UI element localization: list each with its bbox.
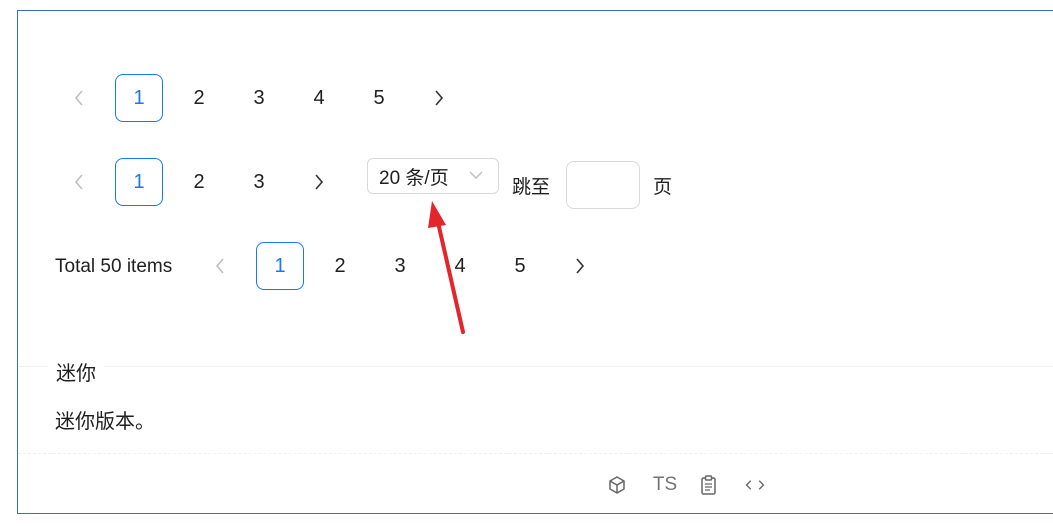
next-page-button[interactable] [295, 158, 343, 206]
section-divider [18, 366, 1053, 367]
show-code-button[interactable] [744, 473, 766, 497]
section-description: 迷你版本。 [55, 411, 155, 433]
next-page-button[interactable] [556, 242, 604, 290]
page-item-2[interactable]: 2 [316, 242, 364, 290]
page-size-value: 20 条/页 [379, 167, 449, 189]
chevron-right-icon [576, 258, 585, 274]
chevron-left-icon [74, 90, 83, 106]
page-item-3[interactable]: 3 [376, 242, 424, 290]
codesandbox-icon [609, 476, 625, 494]
page-item-4[interactable]: 4 [295, 74, 343, 122]
prev-page-button[interactable] [55, 74, 103, 122]
jumper-suffix-label: 页 [653, 177, 673, 198]
copy-icon [701, 475, 716, 495]
page-item-1[interactable]: 1 [115, 158, 163, 206]
jumper-prefix-label: 跳至 [512, 177, 551, 198]
typescript-toggle[interactable]: TS [652, 473, 678, 497]
chevron-left-icon [74, 174, 83, 190]
pagination-basic: 1 2 3 4 5 [55, 74, 475, 122]
page-size-select[interactable]: 20 条/页 [367, 158, 499, 194]
jumper-input[interactable] [566, 161, 640, 209]
page-item-2[interactable]: 2 [175, 158, 223, 206]
code-actions: TS [606, 473, 790, 497]
pagination-total: 1 2 3 4 5 [196, 242, 616, 290]
prev-page-button[interactable] [55, 158, 103, 206]
next-page-button[interactable] [415, 74, 463, 122]
actions-divider [18, 453, 1053, 455]
code-icon [745, 480, 765, 490]
page-item-1[interactable]: 1 [256, 242, 304, 290]
pagination-changer: 1 2 3 [55, 158, 355, 206]
prev-page-button[interactable] [196, 242, 244, 290]
chevron-left-icon [215, 258, 224, 274]
codesandbox-button[interactable] [606, 473, 628, 497]
page-item-2[interactable]: 2 [175, 74, 223, 122]
page-item-4[interactable]: 4 [436, 242, 484, 290]
page-item-3[interactable]: 3 [235, 158, 283, 206]
demo-card: 1 2 3 4 5 1 2 3 20 条/页 跳至 页 Total 50 ite… [17, 10, 1053, 514]
section-title: 迷你 [48, 357, 104, 386]
chevron-right-icon [315, 174, 324, 190]
page-item-1[interactable]: 1 [115, 74, 163, 122]
page-item-3[interactable]: 3 [235, 74, 283, 122]
chevron-right-icon [435, 90, 444, 106]
chevron-down-icon [469, 171, 483, 180]
page-item-5[interactable]: 5 [355, 74, 403, 122]
page-item-5[interactable]: 5 [496, 242, 544, 290]
copy-button[interactable] [698, 473, 720, 497]
total-label: Total 50 items [55, 256, 173, 277]
